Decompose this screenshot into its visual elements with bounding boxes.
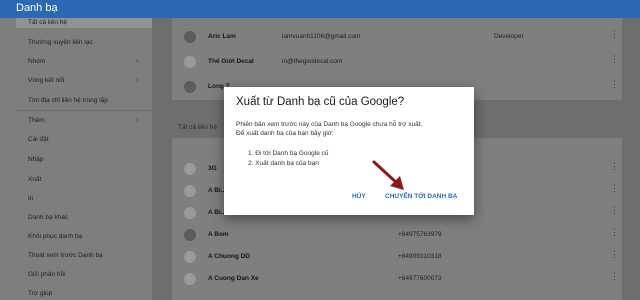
sidebar-item-help[interactable]: Trợ giúp <box>28 290 52 297</box>
more-vert-icon[interactable]: ⋮ <box>610 228 619 237</box>
dialog-message: Phiên bản xem trước này của Danh bạ Goog… <box>236 121 423 128</box>
avatar <box>184 207 196 219</box>
more-vert-icon[interactable]: ⋮ <box>610 162 619 171</box>
contacts-app: Danh bạ Tất cả liên hệ Thường xuyên liên… <box>0 0 640 300</box>
app-title: Danh bạ <box>16 2 58 14</box>
sidebar-item-circles[interactable]: Vòng kết nối <box>28 77 64 84</box>
sidebar-item-more[interactable]: Thêm <box>28 117 45 124</box>
more-vert-icon[interactable]: ⋮ <box>610 272 619 281</box>
app-bar: Danh bạ <box>0 0 640 18</box>
sidebar-item-export[interactable]: Xuất <box>28 176 41 183</box>
contact-job: Developer <box>494 33 524 40</box>
red-arrow-annotation <box>372 160 404 190</box>
sidebar-item-groups[interactable]: Nhóm <box>28 58 45 65</box>
more-vert-icon[interactable]: ⋮ <box>610 250 619 259</box>
avatar <box>184 81 196 93</box>
dialog-step-1: 1. Đi tới Danh bạ Google cũ <box>248 150 329 157</box>
contact-phone: +84977600073 <box>398 275 442 282</box>
sidebar-item-find-duplicates[interactable]: Tìm địa chỉ liên hệ trùng lặp <box>28 97 108 104</box>
avatar <box>184 251 196 263</box>
dialog-instruction: Để xuất danh bạ của bạn bây giờ: <box>236 130 334 137</box>
contact-row[interactable]: A Chuong DD +84909310318 ⋮ <box>172 246 622 268</box>
contact-row[interactable]: Thế Giới Decal in@thegioidecal.com ⋮ <box>172 51 622 73</box>
sidebar-item-other-contacts[interactable]: Danh bạ khác <box>28 214 68 221</box>
contact-name: Thế Giới Decal <box>208 58 254 65</box>
chevron-right-icon[interactable]: › <box>136 56 139 65</box>
more-vert-icon[interactable]: ⋮ <box>610 184 619 193</box>
sidebar-item-all-contacts[interactable]: Tất cả liên hệ <box>16 18 152 28</box>
avatar <box>184 31 196 43</box>
sidebar-item-exit-preview[interactable]: Thoát xem trước Danh bạ <box>28 252 103 259</box>
avatar <box>184 185 196 197</box>
dialog-title: Xuất từ Danh bạ cũ của Google? <box>236 96 405 108</box>
avatar <box>184 163 196 175</box>
sidebar-item-import[interactable]: Nhập <box>28 156 44 163</box>
section-label-all-contacts: Tất cả liên hệ <box>178 124 218 131</box>
contact-name: A Bom <box>208 231 229 238</box>
avatar <box>184 56 196 68</box>
cancel-button[interactable]: HỦY <box>352 193 366 200</box>
contact-phone: +84975763979 <box>398 231 442 238</box>
sidebar-item-restore[interactable]: Khôi phục danh bạ <box>28 233 82 240</box>
dialog-step-2: 2. Xuất danh bạ của bạn <box>248 160 319 167</box>
contact-email: lamvuanh1106@gmail.com <box>282 33 361 40</box>
avatar <box>184 273 196 285</box>
more-vert-icon[interactable]: ⋮ <box>610 80 619 89</box>
sidebar-item-print[interactable]: In <box>28 195 33 202</box>
contact-name: Aric Lam <box>208 33 236 40</box>
contact-row[interactable]: A Bom +84975763979 ⋮ <box>172 224 622 246</box>
contact-name: A Cuong Dan Xe <box>208 275 259 282</box>
more-vert-icon[interactable]: ⋮ <box>610 55 619 64</box>
sidebar-item-feedback[interactable]: Gửi phản hồi <box>28 271 66 278</box>
contact-email: in@thegioidecal.com <box>282 58 343 65</box>
more-vert-icon[interactable]: ⋮ <box>610 30 619 39</box>
chevron-right-icon[interactable]: › <box>136 115 139 124</box>
contact-row[interactable]: A Cuong Dan Xe +84977600073 ⋮ <box>172 268 622 290</box>
sidebar-item-frequent[interactable]: Thường xuyên liên lạc <box>28 39 93 46</box>
avatar <box>184 229 196 241</box>
sidebar-divider <box>16 110 152 111</box>
export-dialog: Xuất từ Danh bạ cũ của Google? Phiên bản… <box>224 87 474 215</box>
contact-name: A Chuong DD <box>208 253 250 260</box>
more-vert-icon[interactable]: ⋮ <box>610 206 619 215</box>
contact-phone: +84909310318 <box>398 253 442 260</box>
contact-row[interactable]: Aric Lam lamvuanh1106@gmail.com Develope… <box>172 26 622 48</box>
chevron-right-icon[interactable]: › <box>136 75 139 84</box>
sidebar: Tất cả liên hệ Thường xuyên liên lạc Nhó… <box>0 18 152 300</box>
contact-name: 3G <box>208 165 217 172</box>
sidebar-item-settings[interactable]: Cài đặt <box>28 136 49 143</box>
go-to-contacts-button[interactable]: CHUYỂN TỚI DANH BẠ <box>385 193 457 200</box>
